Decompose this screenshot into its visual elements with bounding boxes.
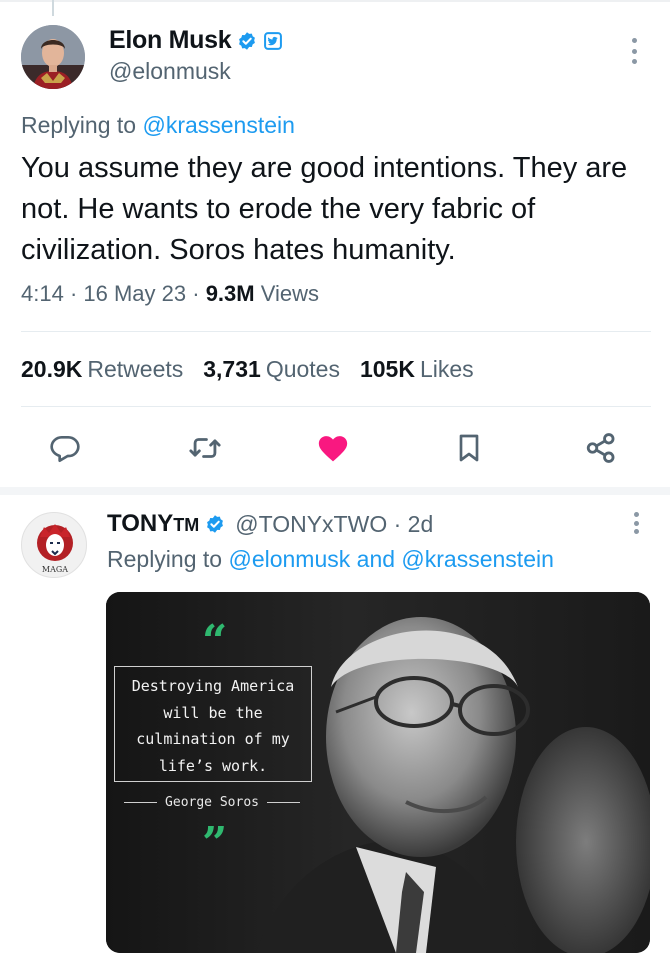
views-count: 9.3M [205,281,255,306]
quote-dash [266,802,301,803]
verified-check-icon [237,31,257,51]
quote-open-mark: “ [202,616,228,667]
quote-line: life’s work. [158,756,268,775]
avatar[interactable] [21,25,85,89]
reply-media-image[interactable]: “ Destroying America will be the culmina… [106,592,650,953]
mention-link[interactable]: @krassenstein [401,546,553,572]
reply-author-name[interactable]: TONYTM [107,510,199,538]
reply-replying-to: Replying to @elonmusk and @krassenstein [107,546,554,572]
like-icon[interactable] [316,431,350,465]
quote-box: Destroying America will be the culminati… [114,666,312,782]
replying-prefix: Replying to [21,112,137,138]
more-options-icon[interactable] [626,38,642,64]
quote-dash [124,802,158,803]
author-line: Elon Musk [109,26,283,55]
likes-stat[interactable]: 105K Likes [360,356,474,383]
reply-icon[interactable] [48,431,82,465]
mention-and: and [356,546,396,572]
quote-close-mark: ” [202,818,228,869]
quote-line: Destroying America [131,677,295,695]
lion-logo-icon: MAGA [37,524,73,574]
more-options-icon[interactable] [630,512,642,534]
quote-line: will be the [163,703,263,722]
top-edge [0,0,670,2]
tweet-date[interactable]: 16 May 23 [83,281,186,306]
divider [21,406,651,407]
section-separator [0,487,670,495]
divider [21,331,651,332]
thread-line [52,0,54,16]
engagement-stats: 20.9K Retweets 3,731 Quotes 105K Likes [21,356,474,383]
quote-author: George Soros [124,795,301,810]
avatar-photo [21,25,85,89]
reply-handle[interactable]: @TONYxTWO · 2d [235,511,433,538]
retweets-stat[interactable]: 20.9K Retweets [21,356,183,383]
quotes-stat[interactable]: 3,731 Quotes [203,356,340,383]
verified-check-icon [205,514,225,534]
author-name[interactable]: Elon Musk [109,26,232,55]
replying-to: Replying to @krassenstein [21,112,295,139]
tweet-text: You assume they are good intentions. The… [21,152,628,266]
tweet-meta: 4:14 · 16 May 23 · 9.3M Views [21,281,320,306]
reply-author-line: TONYTM @TONYxTWO · 2d [107,510,433,538]
views-label: Views [260,281,320,306]
affiliate-twitter-square-icon [263,31,283,51]
author-handle[interactable]: @elonmusk [109,58,231,85]
mention-link[interactable]: @krassenstein [142,112,294,138]
mention-link[interactable]: @elonmusk [228,546,350,572]
retweet-icon[interactable] [188,431,222,465]
quote-line: culmination of my [136,730,290,748]
tweet-time[interactable]: 4:14 [21,281,64,306]
avatar-text: MAGA [42,565,68,574]
reply-avatar[interactable]: MAGA [21,512,87,578]
action-bar [0,425,670,471]
reply-age: 2d [407,510,434,537]
share-icon[interactable] [584,431,618,465]
bookmark-icon[interactable] [452,431,486,465]
